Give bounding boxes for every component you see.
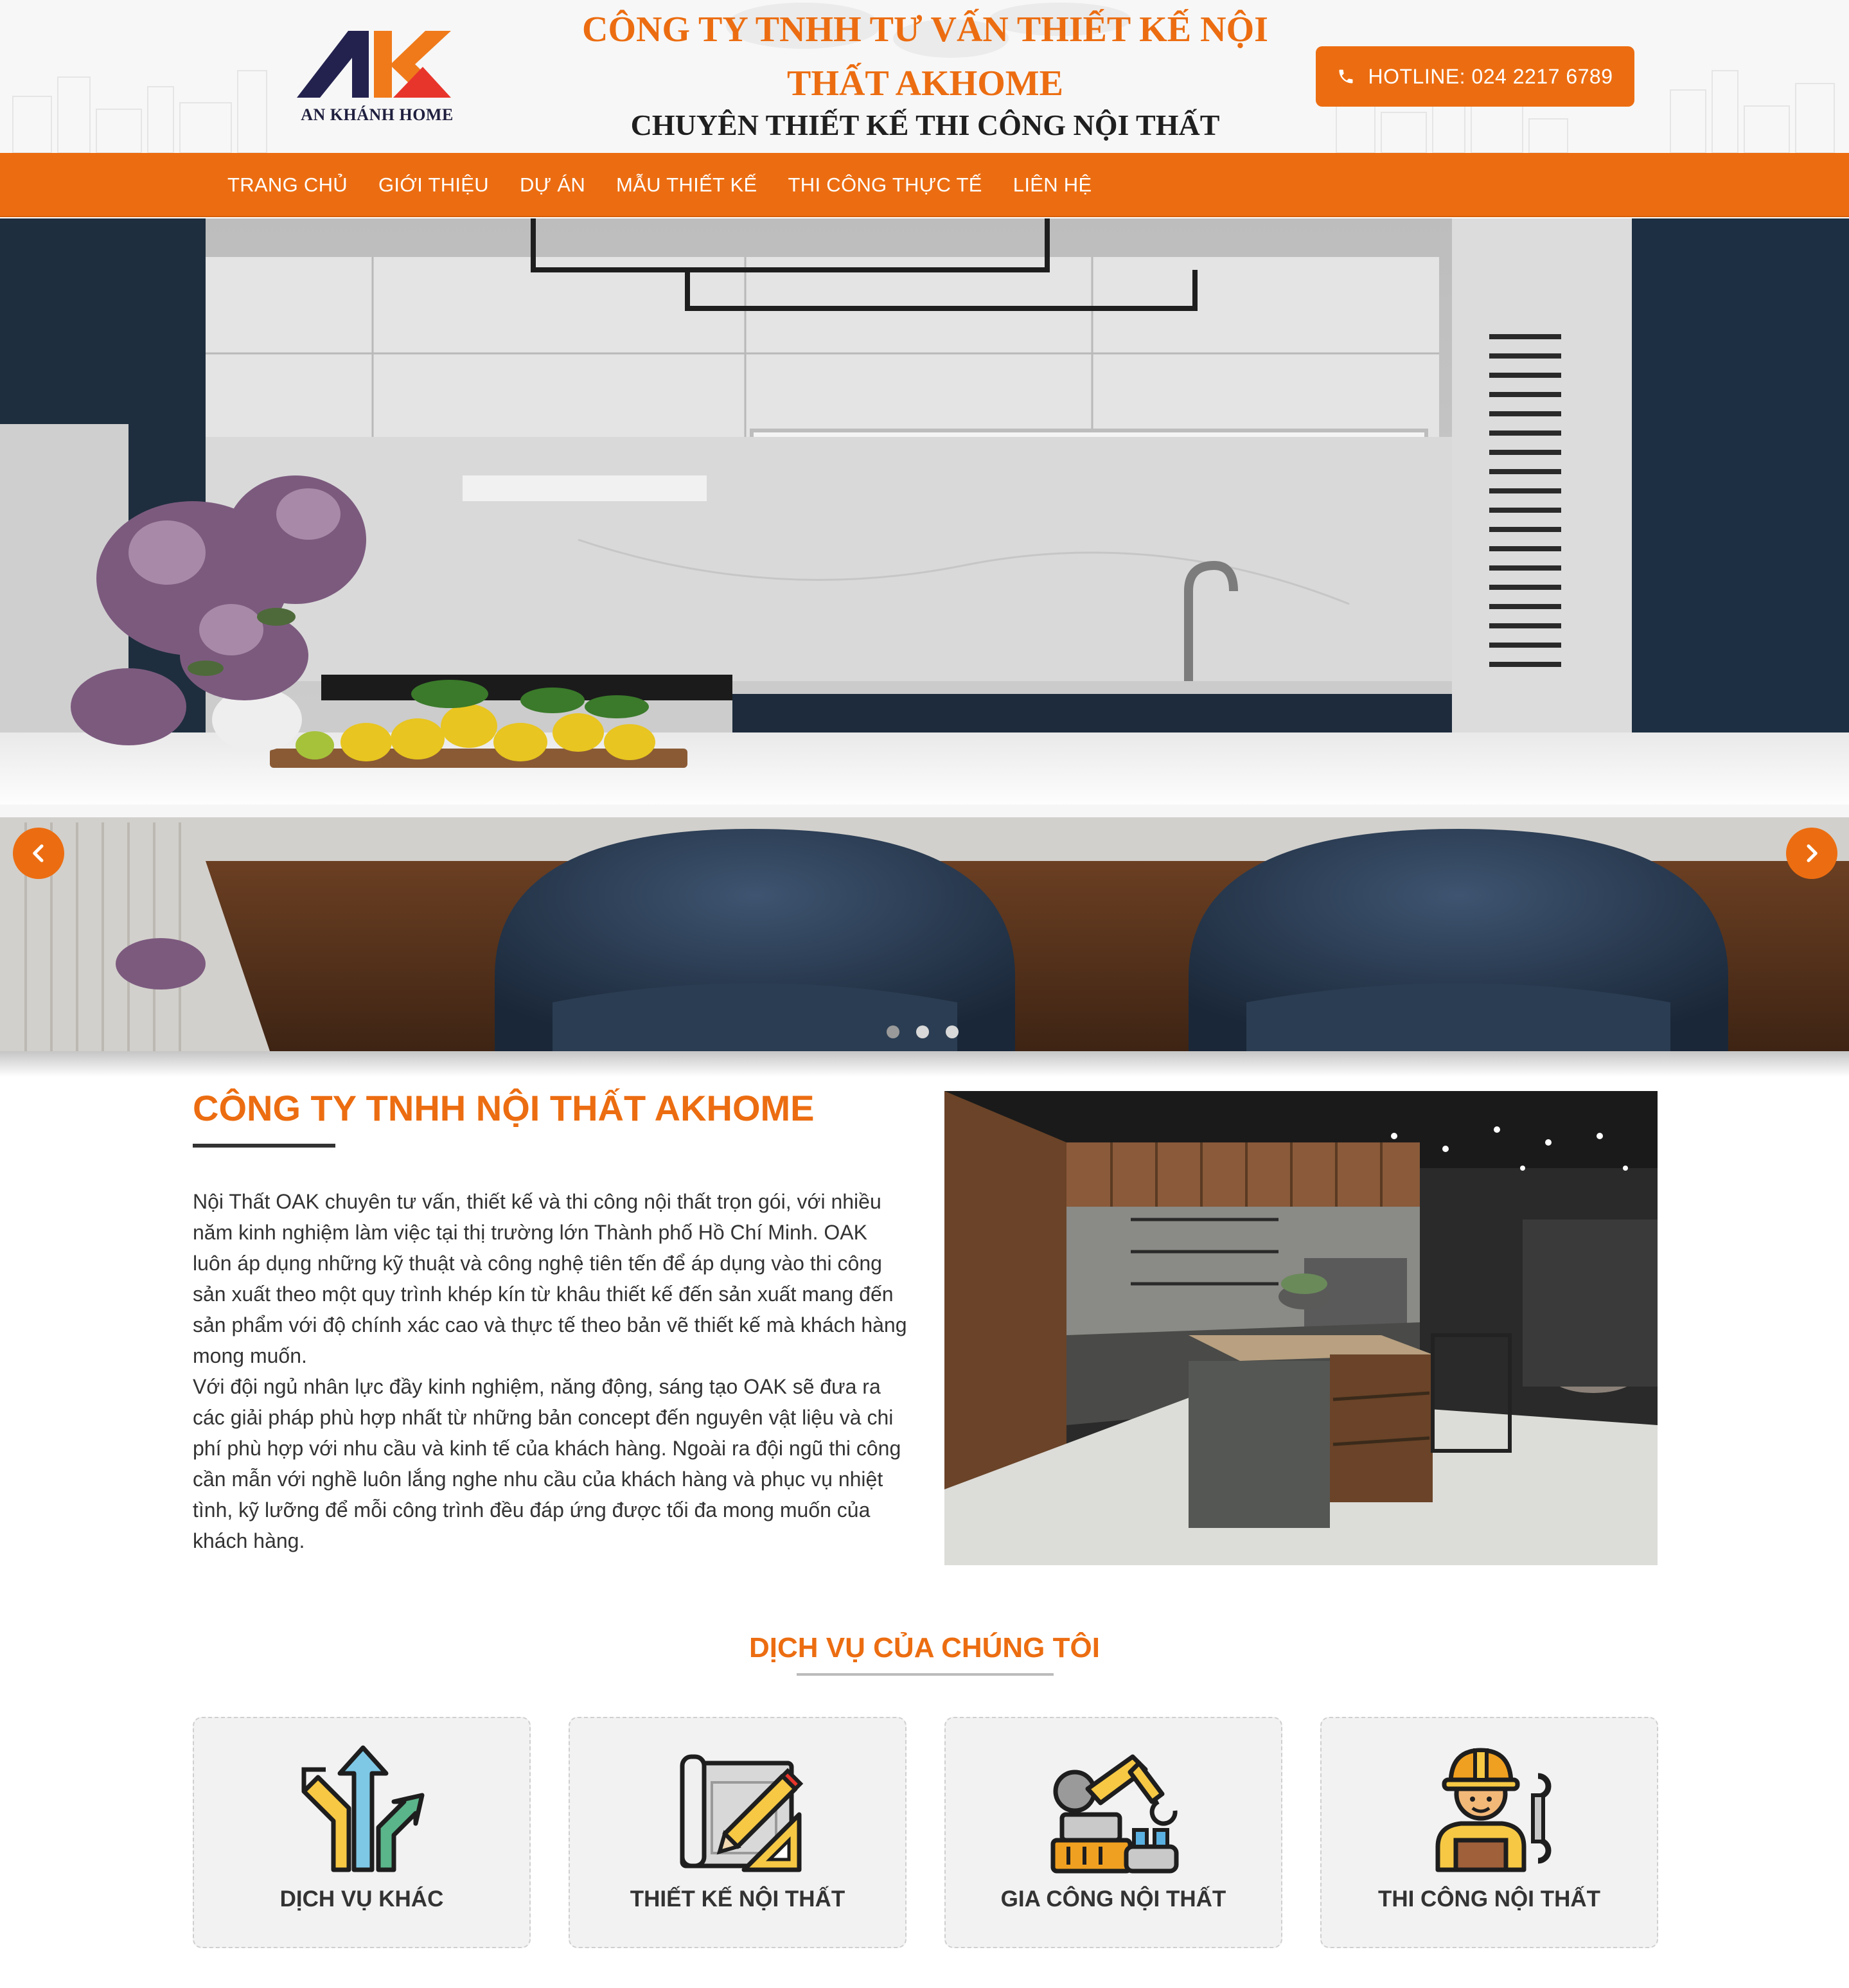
nav-item-home[interactable]: TRANG CHỦ [212, 173, 363, 197]
service-label-interior-design: THIẾT KẾ NỘI THẤT [630, 1886, 845, 1912]
service-card-other[interactable]: DỊCH VỤ KHÁC [193, 1717, 531, 1948]
company-title: CÔNG TY TNHH TƯ VẤN THIẾT KẾ NỘI THẤT AK… [553, 3, 1298, 111]
chevron-left-icon [33, 844, 44, 862]
service-card-construction[interactable]: THI CÔNG NỘI THẤT [1320, 1717, 1658, 1948]
nav-item-designs[interactable]: MẪU THIẾT KẾ [601, 173, 773, 197]
service-label-other: DỊCH VỤ KHÁC [279, 1886, 444, 1912]
kitchen-hero-image [0, 218, 1849, 1051]
hero-slider[interactable] [0, 218, 1849, 1051]
company-title-line2: THẤT AKHOME [787, 64, 1063, 103]
about-title: CÔNG TY TNHH NỘI THẤT AKHOME [193, 1088, 815, 1128]
company-subtitle: CHUYÊN THIẾT KẾ THI CÔNG NỘI THẤT [630, 109, 1220, 141]
service-label-construction: THI CÔNG NỘI THẤT [1377, 1886, 1601, 1912]
hotline-button[interactable]: HOTLINE: 024 2217 6789 [1316, 46, 1634, 107]
about-paragraph-1: Nội Thất OAK chuyên tư vấn, thiết kế và … [193, 1190, 907, 1367]
service-card-interior-design[interactable]: THIẾT KẾ NỘI THẤT [569, 1717, 907, 1948]
nav-item-projects[interactable]: DỰ ÁN [504, 173, 601, 197]
about-title-underline [193, 1144, 335, 1148]
logo-text: AN KHÁNH HOME [301, 105, 454, 124]
slider-shadow [0, 1051, 1849, 1077]
about-paragraph-2: Với đội ngủ nhân lực đầy kinh nghiệm, nă… [193, 1375, 901, 1552]
slider-dot-2[interactable] [916, 1025, 929, 1038]
hotline-text: HOTLINE: 024 2217 6789 [1368, 64, 1613, 88]
chevron-right-icon [1807, 844, 1818, 862]
showroom-kitchen-image [944, 1091, 1658, 1565]
service-card-fabrication[interactable]: GIA CÔNG NỘI THẤT [944, 1717, 1282, 1948]
services-title: DỊCH VỤ CỦA CHÚNG TÔI [749, 1632, 1100, 1664]
about-text: Nội Thất OAK chuyên tư vấn, thiết kế và … [193, 1186, 907, 1556]
company-logo[interactable]: AN KHÁNH HOME [297, 24, 457, 132]
phone-icon [1339, 69, 1353, 84]
ak-logo-icon [297, 31, 451, 98]
service-label-fabrication: GIA CÔNG NỘI THẤT [1000, 1886, 1226, 1912]
slider-dots [887, 1025, 959, 1038]
slider-next-button[interactable] [1786, 828, 1837, 879]
worker-icon [1435, 1748, 1552, 1872]
nav-item-construction[interactable]: THI CÔNG THỰC TẾ [773, 173, 998, 197]
about-showroom-image [944, 1091, 1658, 1565]
arrows-icon [301, 1745, 425, 1872]
robot-arm-icon [1050, 1754, 1179, 1874]
main-navigation: TRANG CHỦ GIỚI THIỆU DỰ ÁN MẪU THIẾT KẾ … [0, 153, 1849, 217]
slider-dot-1[interactable] [887, 1025, 899, 1038]
nav-item-about[interactable]: GIỚI THIỆU [363, 173, 504, 197]
slider-prev-button[interactable] [13, 828, 64, 879]
company-title-line1: CÔNG TY TNHH TƯ VẤN THIẾT KẾ NỘI [582, 10, 1268, 49]
nav-item-contact[interactable]: LIÊN HỆ [998, 173, 1108, 197]
slider-dot-3[interactable] [946, 1025, 959, 1038]
blueprint-pencil-icon [680, 1754, 804, 1872]
site-header: AN KHÁNH HOME CÔNG TY TNHH TƯ VẤN THIẾT … [0, 0, 1849, 153]
services-title-underline [797, 1673, 1054, 1676]
